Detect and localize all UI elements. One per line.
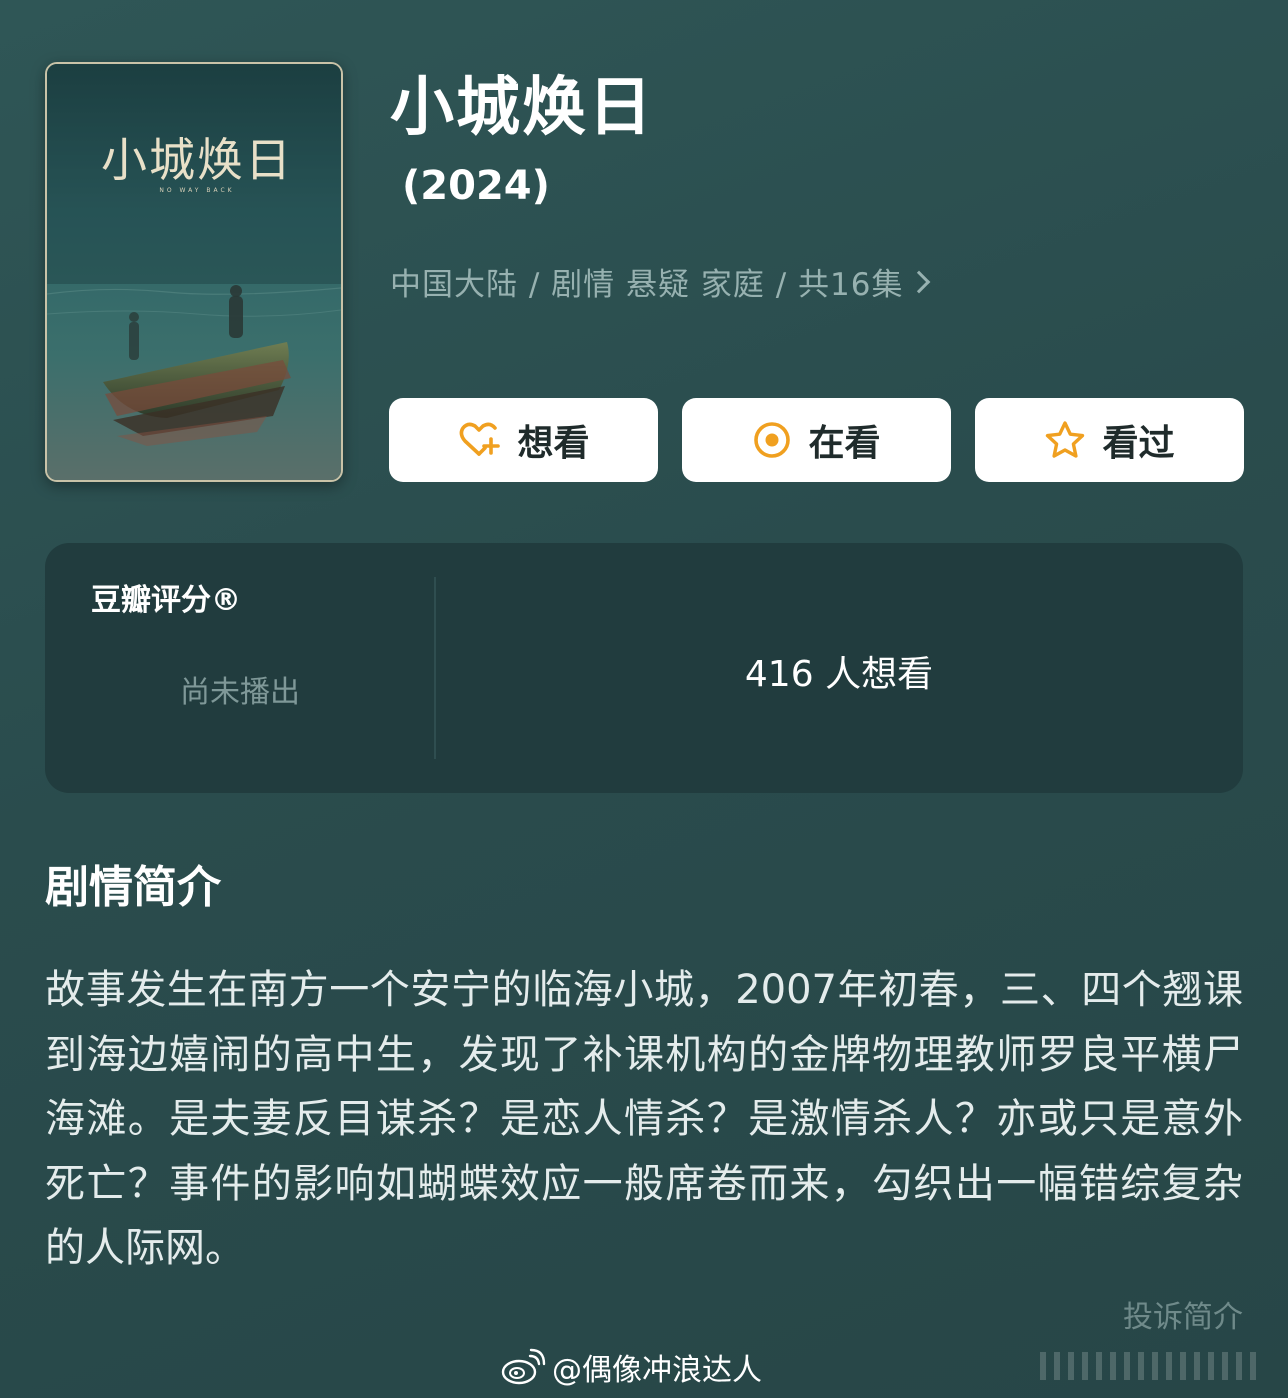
want-count: 416 人想看 [744,654,934,695]
poster-art: 小城焕日 NO WAY BACK [47,64,341,480]
report-synopsis-link[interactable]: 投诉简介 [1123,1292,1243,1336]
rating-card[interactable]: 豆瓣评分® 尚未播出 416 人想看 [45,543,1243,793]
star-icon [1046,421,1085,458]
watching-button[interactable]: 在看 [682,398,951,482]
watched-button[interactable]: 看过 [975,398,1244,482]
action-buttons: 想看 在看 看过 [389,398,1244,482]
watermark-decoration [1040,1352,1260,1380]
show-meta-link[interactable]: 中国大陆 / 剧情 悬疑 家庭 / 共16集 [390,260,931,303]
weibo-icon [501,1348,546,1385]
want-to-watch-label: 想看 [517,423,590,464]
synopsis-heading: 剧情简介 [45,862,221,913]
watermark: @偶像冲浪达人 [500,1345,762,1389]
target-circle-icon [754,422,791,458]
poster-subtitle-text: NO WAY BACK [159,187,234,194]
heart-plus-icon [460,422,501,456]
douban-rating-label: 豆瓣评分® [91,583,241,618]
show-year: (2024) [402,163,550,209]
poster-image[interactable]: 小城焕日 NO WAY BACK [45,62,343,482]
watermark-text: @偶像冲浪达人 [552,1353,762,1388]
rating-status: 尚未播出 [180,675,300,710]
chevron-right-icon [908,270,931,294]
poster-title-text: 小城焕日 [101,133,293,187]
watched-label: 看过 [1102,423,1175,464]
synopsis-text: 故事发生在南方一个安宁的临海小城，2007年初春，三、四个翘课到海边嬉闹的高中生… [45,967,1243,1271]
show-meta-text: 中国大陆 / 剧情 悬疑 家庭 / 共16集 [390,266,904,303]
show-title: 小城焕日 [390,71,654,145]
watching-label: 在看 [808,423,881,464]
want-to-watch-button[interactable]: 想看 [389,398,658,482]
